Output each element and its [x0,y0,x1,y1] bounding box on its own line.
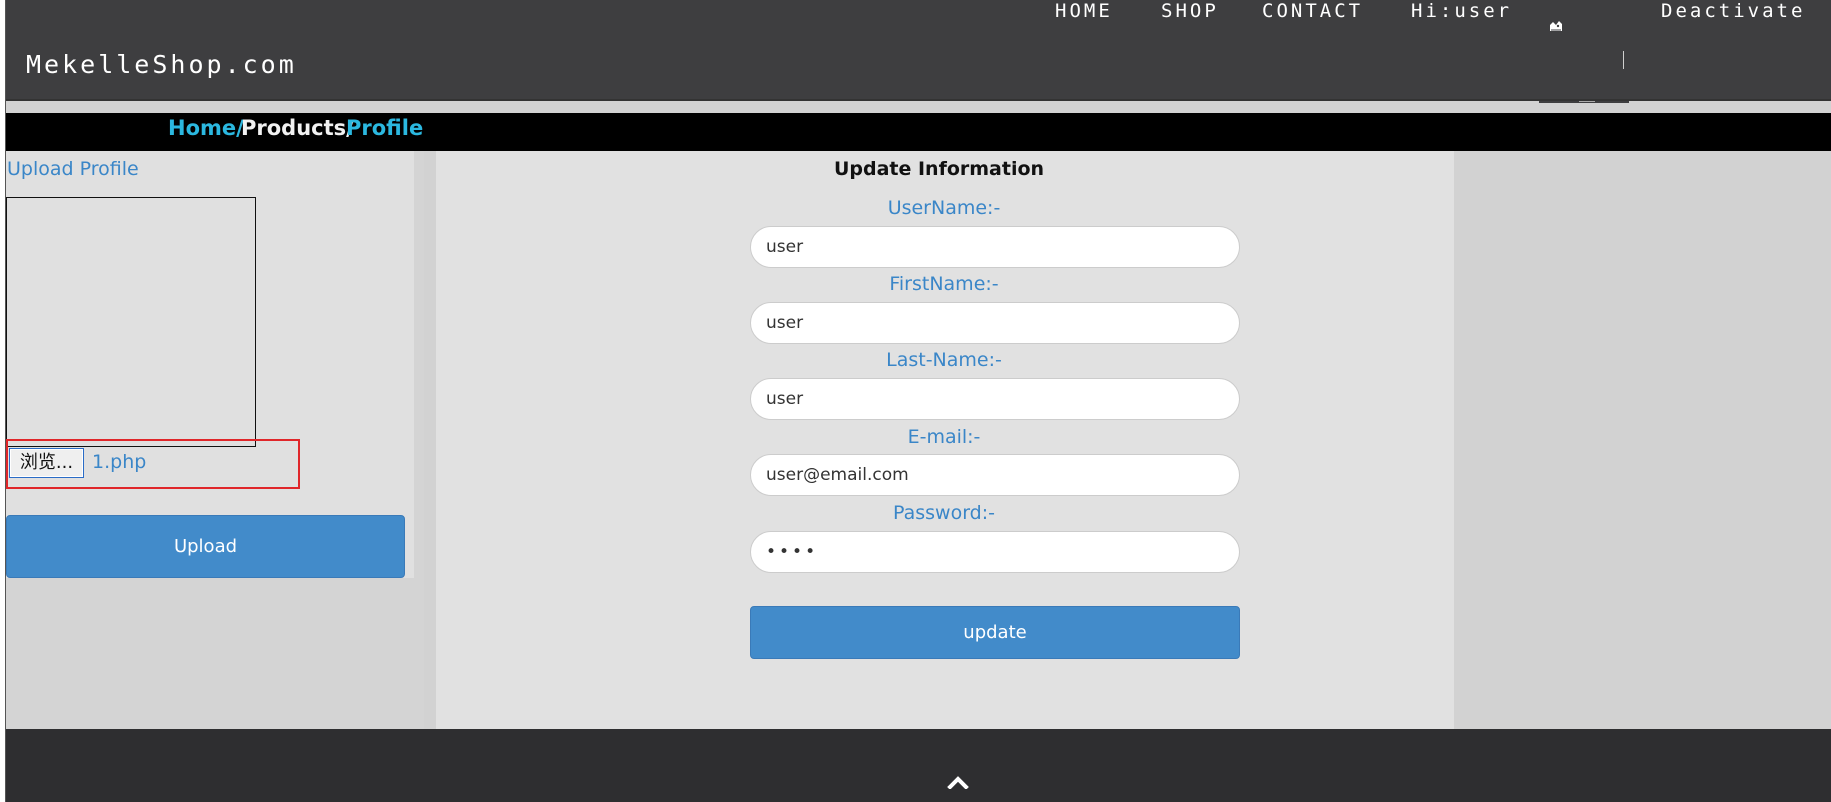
user-avatar[interactable] [1539,15,1629,103]
username-label: UserName:- [887,197,1001,219]
update-button[interactable]: update [750,606,1240,659]
nav-deactivate[interactable]: Deactivate [1661,0,1805,22]
password-label: Password:- [892,502,995,524]
breadcrumb-profile[interactable]: Profile [346,116,423,140]
firstname-label: FirstName:- [889,273,999,295]
update-information-panel: Update Information UserName:- user First… [436,151,1454,729]
profile-upload-column: Upload Profile 浏览... 1.php Upload [6,151,424,729]
email-field[interactable]: user@email.com [750,454,1240,496]
nav-home[interactable]: HOME [1055,0,1113,22]
breadcrumb-products[interactable]: Products/ [241,116,354,140]
upload-panel: Upload Profile 浏览... 1.php Upload [6,151,424,578]
nav-divider [1623,51,1624,69]
selected-file-name: 1.php [92,451,147,473]
chevron-up-icon[interactable] [947,775,969,789]
breadcrumb: Home/ Products/ Profile [6,113,1831,151]
password-field[interactable]: •••• [750,531,1240,573]
nav-shop[interactable]: SHOP [1161,0,1219,22]
site-logo[interactable]: MekelleShop.com [26,50,297,79]
lastname-field[interactable]: user [750,378,1240,420]
email-label: E-mail:- [907,426,981,448]
header-bottom-strip [6,99,1831,101]
upload-profile-title: Upload Profile [7,158,139,180]
site-header: MekelleShop.com HOME SHOP CONTACT Hi:use… [6,0,1831,103]
browse-file-button[interactable]: 浏览... [9,448,84,478]
nav-greeting[interactable]: Hi:user [1411,0,1512,22]
broken-image-icon [1550,21,1562,31]
firstname-field[interactable]: user [750,302,1240,344]
site-footer [6,729,1831,802]
upload-button[interactable]: Upload [6,515,405,578]
lastname-label: Last-Name:- [886,349,1002,371]
panel-shade [414,151,424,578]
form-title: Update Information [833,158,1045,180]
username-field[interactable]: user [750,226,1240,268]
profile-image-preview [6,197,256,447]
breadcrumb-home[interactable]: Home/ [168,116,244,140]
nav-contact[interactable]: CONTACT [1262,0,1363,22]
